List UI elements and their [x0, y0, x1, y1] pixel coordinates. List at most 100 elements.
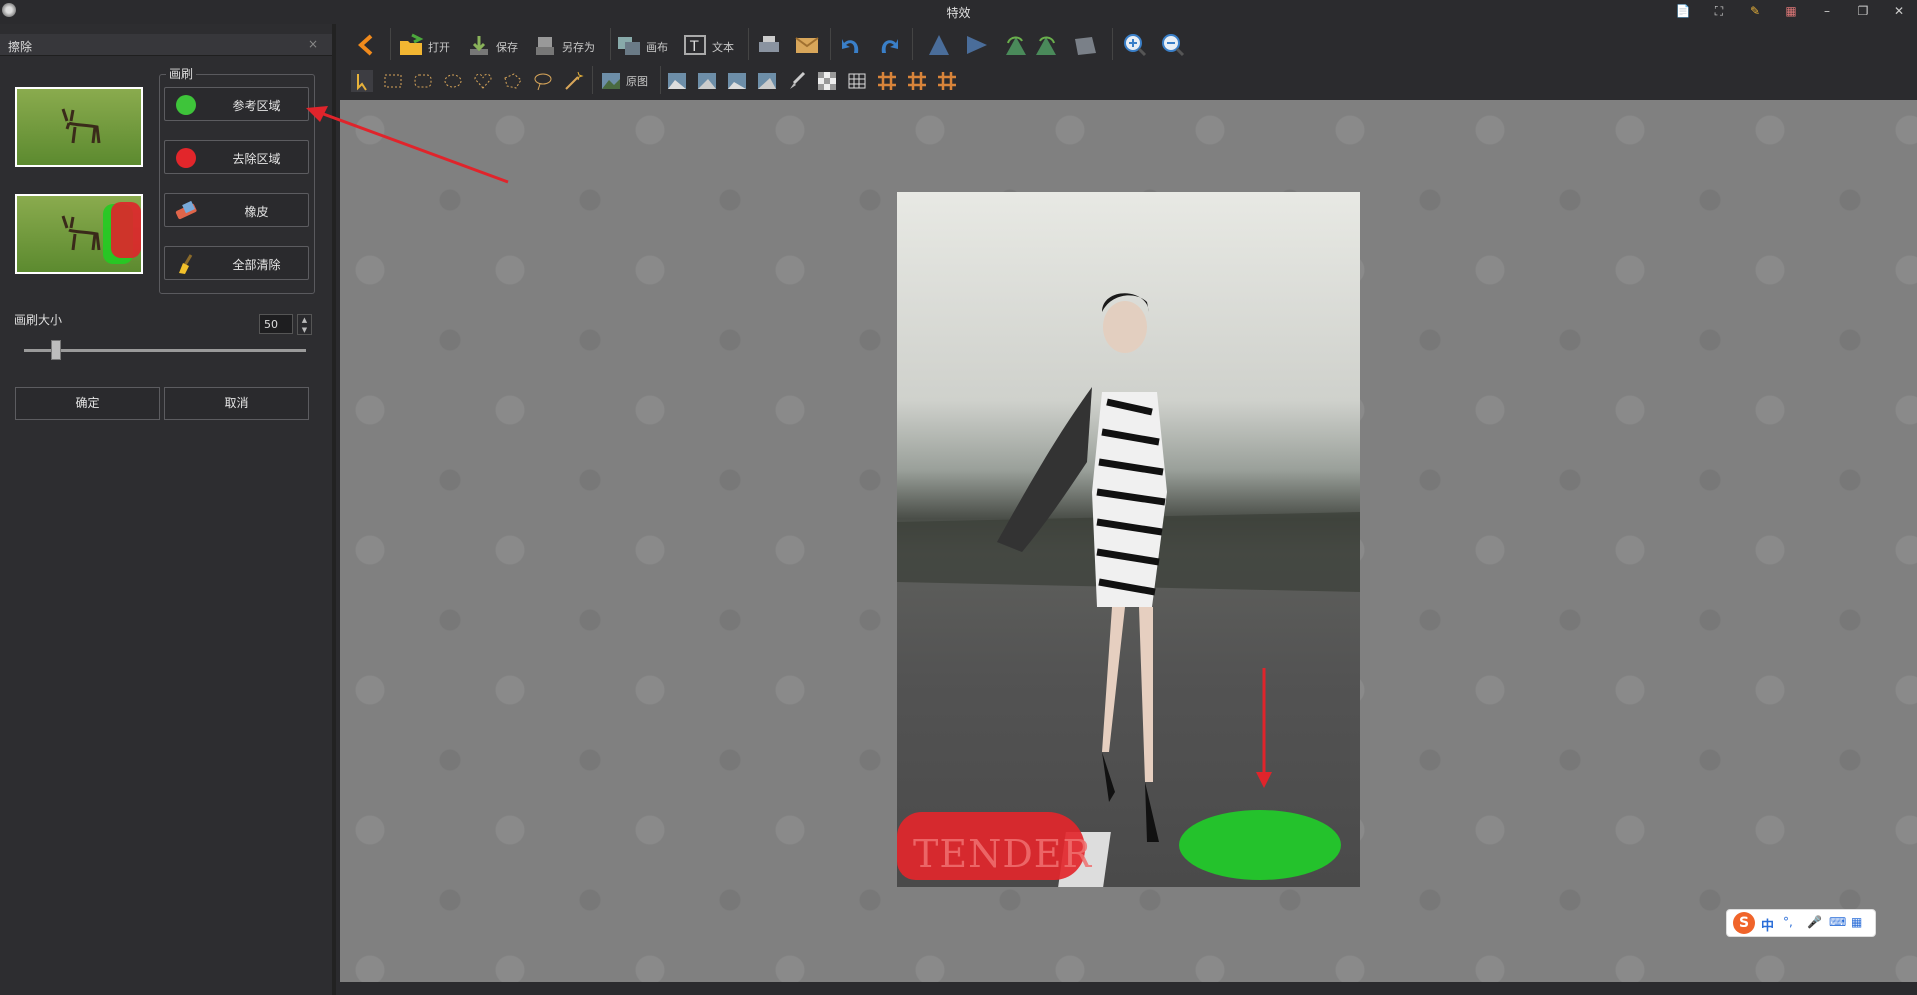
cancel-button[interactable]: 取消	[164, 387, 309, 420]
brush-size-input[interactable]: 50	[259, 314, 293, 334]
lasso-icon[interactable]	[532, 70, 554, 92]
grid-hash-3-icon[interactable]	[936, 70, 958, 92]
select-arrow-icon[interactable]	[351, 70, 373, 92]
deer-image	[61, 215, 101, 251]
zoom-out-button[interactable]	[1160, 31, 1188, 59]
zoom-out-icon	[1162, 34, 1185, 57]
rotate-right-button[interactable]	[1034, 31, 1062, 59]
watermark-text: TENDER	[913, 832, 1093, 876]
annotation-arrow-left	[306, 106, 509, 184]
title-bar: 特效 📄 ⛶ ✎ ▦ – ❐ ✕	[0, 0, 1917, 24]
ime-language[interactable]: 中	[1761, 915, 1774, 934]
brush-tool-icon[interactable]	[786, 70, 808, 92]
microphone-icon[interactable]: 🎤	[1807, 915, 1822, 929]
edited-photo[interactable]: TENDER	[897, 192, 1360, 887]
clear-all-label: 全部清除	[232, 258, 281, 272]
panel-close-icon[interactable]: ×	[308, 37, 318, 51]
open-button[interactable]: 打开	[398, 31, 460, 59]
confirm-button[interactable]: 确定	[15, 387, 160, 420]
toolbar-divider	[748, 28, 749, 60]
text-label: 文本	[712, 41, 734, 54]
flip-vertical-icon	[929, 35, 949, 55]
back-button[interactable]	[354, 31, 380, 59]
rotate-left-button[interactable]	[1002, 31, 1030, 59]
keyboard-icon[interactable]: ⌨	[1829, 915, 1846, 929]
original-thumbnail[interactable]	[15, 87, 143, 167]
doc-icon[interactable]: 📄	[1674, 3, 1692, 19]
print-button[interactable]	[756, 31, 784, 59]
magic-wand-icon[interactable]	[562, 70, 584, 92]
reference-area-label: 参考区域	[232, 99, 281, 113]
save-as-button[interactable]: 另存为	[532, 31, 604, 59]
effect-4-icon[interactable]	[756, 70, 778, 92]
flip-horizontal-button[interactable]	[964, 31, 992, 59]
redo-button[interactable]	[876, 31, 904, 59]
remove-area-label: 去除区域	[232, 152, 281, 166]
text-icon: T	[684, 35, 706, 55]
minimize-button[interactable]: –	[1818, 3, 1836, 19]
redo-icon	[881, 39, 898, 53]
punctuation-icon[interactable]: °,	[1783, 915, 1793, 929]
canvas-label: 画布	[646, 41, 668, 54]
brush-size-slider-track[interactable]	[24, 349, 306, 352]
skin-icon[interactable]: ▦	[1782, 3, 1800, 19]
effect-3-icon[interactable]	[726, 70, 748, 92]
polygon-select-icon[interactable]	[502, 70, 524, 92]
pencil-icon[interactable]: ✎	[1746, 3, 1764, 19]
heart-select-icon[interactable]	[472, 70, 494, 92]
brush-size-spinner[interactable]: ▲ ▼	[297, 314, 312, 335]
grid-hash-1-icon[interactable]	[876, 70, 898, 92]
toolbar-divider	[610, 28, 611, 60]
canvas-icon	[618, 37, 640, 55]
undo-button[interactable]	[838, 31, 866, 59]
eraser-label: 橡皮	[244, 205, 269, 219]
toolbar-divider	[592, 66, 593, 94]
clear-all-button[interactable]: 全部清除	[164, 246, 309, 280]
save-label: 保存	[496, 41, 518, 54]
annotation-arrow-down	[1256, 668, 1272, 788]
marked-thumbnail[interactable]	[15, 194, 143, 274]
rounded-rect-select-icon[interactable]	[412, 70, 434, 92]
effect-1-icon[interactable]	[666, 70, 688, 92]
flip-horizontal-icon	[967, 36, 987, 54]
toolbox-icon[interactable]: ▦	[1851, 915, 1862, 929]
eraser-icon	[175, 200, 197, 220]
ime-toolbar[interactable]: S 中 °, 🎤 ⌨ ▦	[1726, 909, 1876, 937]
zoom-in-button[interactable]	[1122, 31, 1150, 59]
transparency-grid-icon[interactable]	[816, 70, 838, 92]
spin-down-icon[interactable]: ▼	[298, 325, 311, 335]
flip-vertical-button[interactable]	[926, 31, 954, 59]
email-button[interactable]	[794, 31, 822, 59]
save-button[interactable]: 保存	[466, 31, 528, 59]
transform-button[interactable]	[1072, 31, 1104, 59]
rotate-left-icon	[1006, 36, 1026, 55]
toolbar-divider	[1112, 28, 1113, 60]
toolbar-divider	[830, 28, 831, 60]
original-image-button[interactable]: 原图	[600, 68, 656, 94]
canvas-button[interactable]: 画布	[616, 31, 680, 59]
remove-area-button[interactable]: 去除区域	[164, 140, 309, 174]
text-button[interactable]: T 文本	[682, 31, 744, 59]
eraser-button[interactable]: 橡皮	[164, 193, 309, 227]
toolbar-divider	[912, 28, 913, 60]
rect-select-icon[interactable]	[382, 70, 404, 92]
brush-size-slider-thumb[interactable]	[51, 340, 61, 360]
open-label: 打开	[428, 41, 450, 54]
effect-2-icon[interactable]	[696, 70, 718, 92]
brush-group-label: 画刷	[166, 65, 197, 82]
grid-hash-2-icon[interactable]	[906, 70, 928, 92]
sogou-logo-icon: S	[1733, 912, 1755, 934]
back-arrow-icon	[358, 34, 373, 56]
brush-size-label: 画刷大小	[14, 313, 63, 327]
close-button[interactable]: ✕	[1890, 3, 1908, 19]
spin-up-icon[interactable]: ▲	[298, 315, 311, 325]
fullscreen-icon[interactable]: ⛶	[1710, 3, 1728, 19]
rotate-right-icon	[1036, 36, 1056, 55]
transform-icon	[1075, 37, 1096, 55]
deer-image	[61, 108, 101, 144]
restore-button[interactable]: ❐	[1854, 3, 1872, 19]
grid-perspective-icon[interactable]	[846, 70, 868, 92]
ellipse-select-icon[interactable]	[442, 70, 464, 92]
reference-area-button[interactable]: 参考区域	[164, 87, 309, 121]
svg-text:T: T	[689, 39, 699, 55]
